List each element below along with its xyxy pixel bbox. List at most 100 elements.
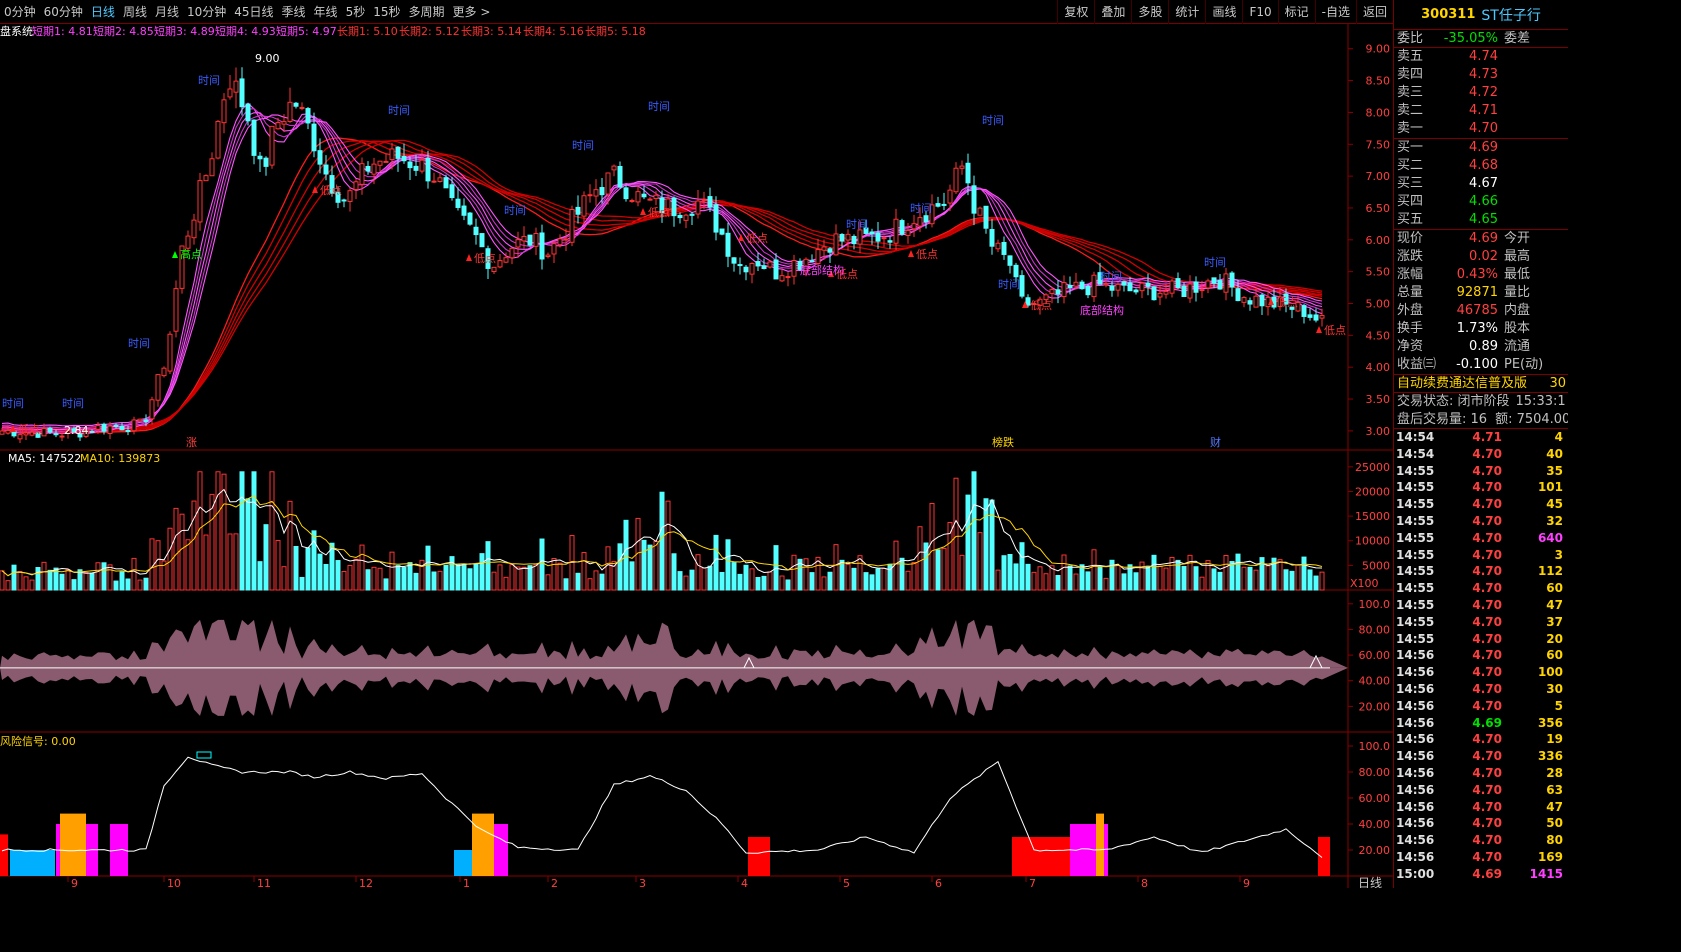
trading-terminal: 0分钟 60分钟 日线 周线 月线 10分钟 45日线 季线 年线 5秒 15秒 多周期 更多 > 复权… bbox=[0, 0, 1568, 888]
volume-bar bbox=[881, 568, 887, 591]
book-label: 买四 bbox=[1397, 194, 1424, 209]
volume-bar bbox=[563, 578, 569, 591]
period-tab[interactable]: 年线 bbox=[310, 0, 342, 24]
bid-level[interactable]: 买二 4.68 bbox=[1394, 157, 1568, 175]
candle-body bbox=[233, 80, 239, 93]
tool-button[interactable]: 返回 bbox=[1355, 0, 1393, 24]
tick-row: 14:56 4.70 63 bbox=[1394, 782, 1568, 799]
candle-body bbox=[683, 214, 689, 221]
stat-row: 换手 1.73% 股本 bbox=[1394, 320, 1568, 338]
candle-body bbox=[203, 175, 209, 182]
tick-price: 4.70 bbox=[1472, 597, 1502, 612]
tick-list[interactable]: 14:54 4.71 4 14:54 4.70 40 14:55 4.70 35 14:55 4.7… bbox=[1394, 429, 1568, 883]
candle-body bbox=[815, 249, 821, 265]
notice-bar[interactable]: 自动续费通达信普及版 30 bbox=[1394, 375, 1568, 393]
volume-bar bbox=[1277, 559, 1283, 591]
tool-button[interactable]: 画线 bbox=[1205, 0, 1242, 24]
period-tab[interactable]: 日线 bbox=[87, 0, 119, 24]
bid-level[interactable]: 买一 4.69 bbox=[1394, 139, 1568, 157]
tool-button[interactable]: -自选 bbox=[1314, 0, 1356, 24]
candle-body bbox=[935, 203, 941, 207]
volume-bar bbox=[1115, 565, 1121, 591]
volume-bar bbox=[515, 566, 521, 591]
volume-bar bbox=[593, 570, 599, 591]
candle-body bbox=[1229, 272, 1235, 288]
tick-time: 14:55 bbox=[1396, 497, 1435, 512]
candle-body bbox=[1085, 285, 1091, 296]
period-tab[interactable]: 10分钟 bbox=[183, 0, 230, 24]
bid-level[interactable]: 买三 4.67 bbox=[1394, 175, 1568, 193]
tick-price: 4.70 bbox=[1472, 681, 1502, 696]
bid-level[interactable]: 买四 4.66 bbox=[1394, 193, 1568, 211]
candle-body bbox=[1169, 280, 1175, 294]
tool-button[interactable]: 标记 bbox=[1277, 0, 1315, 24]
ask-level[interactable]: 卖三 4.72 bbox=[1394, 84, 1568, 102]
candle-body bbox=[101, 423, 107, 432]
volume-bar bbox=[233, 533, 239, 591]
ask-level[interactable]: 卖四 4.73 bbox=[1394, 66, 1568, 84]
period-tab[interactable]: 15秒 bbox=[369, 0, 404, 24]
tool-button[interactable]: 复权 bbox=[1057, 0, 1094, 24]
tick-time: 14:54 bbox=[1396, 446, 1435, 461]
stat-label: 净资 bbox=[1397, 339, 1424, 354]
tick-price: 4.70 bbox=[1472, 648, 1502, 663]
time-marker: 时间 bbox=[2, 397, 24, 410]
candle-body bbox=[161, 367, 167, 377]
kline-chart[interactable]: 盘系统 短期1: 4.81 短期2: 4.85 短期3: 4.89 短期4: 4.93 短… bbox=[0, 24, 1393, 888]
volume-bar bbox=[749, 568, 755, 591]
time-marker: 时间 bbox=[910, 202, 932, 215]
bid-level[interactable]: 买五 4.65 bbox=[1394, 211, 1568, 229]
volume-bar bbox=[713, 534, 719, 591]
volume-bar bbox=[5, 580, 11, 591]
candle-body bbox=[1223, 273, 1229, 293]
period-tab[interactable]: 60分钟 bbox=[40, 0, 87, 24]
volume-bar bbox=[17, 571, 23, 591]
volume-bar bbox=[119, 571, 125, 591]
candle-body bbox=[1061, 282, 1067, 298]
period-tab[interactable]: 月线 bbox=[151, 0, 183, 24]
ask-level[interactable]: 卖一 4.70 bbox=[1394, 120, 1568, 138]
ask-level[interactable]: 卖五 4.74 bbox=[1394, 48, 1568, 66]
volume-bar bbox=[47, 569, 53, 591]
period-tab[interactable]: 多周期 bbox=[404, 0, 448, 24]
volume-bar bbox=[431, 571, 437, 591]
price-tick-label: 8.00 bbox=[1366, 106, 1391, 119]
candle-body bbox=[989, 229, 995, 247]
volume-bar bbox=[83, 572, 89, 591]
candle-body bbox=[1163, 290, 1169, 295]
period-tab[interactable]: 周线 bbox=[119, 0, 151, 24]
book-price: 4.71 bbox=[1469, 103, 1498, 118]
volume-bar bbox=[395, 565, 401, 591]
ask-level[interactable]: 卖二 4.71 bbox=[1394, 102, 1568, 120]
candle-body bbox=[251, 119, 257, 156]
quote-panel: 300311 ST任子行 委比 -35.05% 委差 卖五 4.74 卖四 4.73 卖… bbox=[1393, 0, 1568, 888]
tool-button[interactable]: 叠加 bbox=[1094, 0, 1131, 24]
volume-bar bbox=[215, 471, 221, 591]
period-tab[interactable]: 季线 bbox=[278, 0, 310, 24]
period-tab[interactable]: 更多 > bbox=[449, 0, 495, 24]
price-tick-label: 4.50 bbox=[1366, 329, 1391, 342]
tick-volume: 356 bbox=[1537, 715, 1563, 730]
time-marker: 时间 bbox=[1204, 256, 1226, 269]
date-tick-label: 10 bbox=[167, 877, 181, 888]
after-hours-amount: 额: 7504.00 bbox=[1495, 412, 1568, 427]
volume-bar bbox=[761, 575, 767, 591]
tick-time: 14:55 bbox=[1396, 480, 1435, 495]
tool-button[interactable]: 多股 bbox=[1131, 0, 1168, 24]
tool-button[interactable]: F10 bbox=[1242, 0, 1277, 24]
stock-header[interactable]: 300311 ST任子行 bbox=[1394, 0, 1568, 30]
candle-body bbox=[443, 177, 449, 189]
candle-body bbox=[689, 213, 695, 216]
tick-row: 15:00 4.69 1415 bbox=[1394, 866, 1568, 883]
low-point-label: 低点 bbox=[1030, 299, 1052, 312]
stat-label-2: 股本 bbox=[1504, 321, 1531, 336]
period-tab[interactable]: 45日线 bbox=[230, 0, 277, 24]
candle-body bbox=[1319, 315, 1325, 319]
period-tab[interactable]: 0分钟 bbox=[0, 0, 40, 24]
period-tab[interactable]: 5秒 bbox=[342, 0, 370, 24]
candle-body bbox=[299, 106, 305, 109]
volume-bar bbox=[743, 564, 749, 591]
candle-body bbox=[755, 261, 761, 267]
candle-body bbox=[365, 165, 371, 172]
tool-button[interactable]: 统计 bbox=[1168, 0, 1205, 24]
